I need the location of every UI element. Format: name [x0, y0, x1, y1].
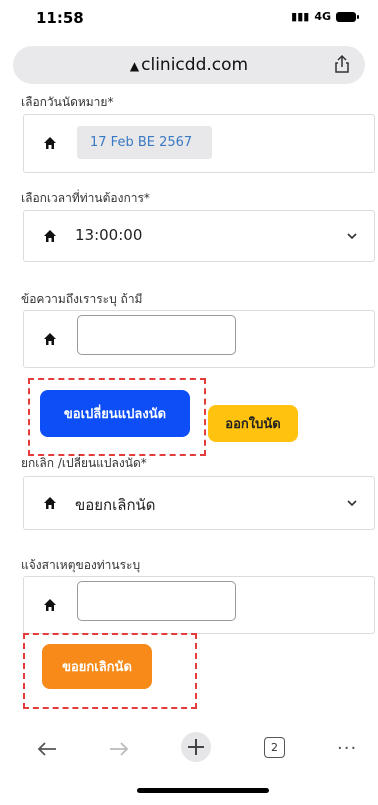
reason-input[interactable] — [77, 581, 236, 621]
reason-label: แจ้งสาเหตุของท่านระบุ — [21, 558, 141, 572]
time-select[interactable]: 13:00:00 — [23, 210, 375, 262]
message-input[interactable] — [77, 315, 236, 355]
back-arrow-icon[interactable] — [36, 740, 58, 758]
new-tab-plus-icon[interactable] — [181, 732, 211, 762]
time-value: 13:00:00 — [75, 226, 143, 244]
home-icon — [44, 599, 56, 611]
cancel-type-label: ยกเลิก /เปลี่ยนแปลงนัด* — [21, 456, 147, 470]
site-icon: ▲ — [129, 59, 140, 73]
chevron-down-icon — [347, 500, 357, 507]
status-time: 11:58 — [36, 9, 84, 27]
share-icon[interactable] — [332, 54, 352, 74]
status-bar: 11:58 ▮▮▮ 4G — [0, 0, 378, 34]
home-icon — [44, 497, 56, 509]
status-indicators: ▮▮▮ 4G — [291, 10, 359, 23]
home-icon — [44, 333, 56, 345]
browser-toolbar: 2 ··· — [0, 730, 378, 780]
battery-icon — [336, 11, 359, 22]
issue-card-button[interactable]: ออกใบนัด — [208, 405, 298, 442]
tabs-icon[interactable]: 2 — [264, 737, 285, 758]
home-icon — [44, 230, 56, 242]
date-field: 17 Feb BE 2567 — [23, 114, 375, 173]
cancel-type-value: ขอยกเลิกนัด — [75, 496, 156, 514]
cancel-appointment-button[interactable]: ขอยกเลิกนัด — [42, 644, 152, 689]
signal-icon: ▮▮▮ — [291, 10, 310, 23]
more-icon[interactable]: ··· — [337, 738, 357, 759]
home-indicator — [137, 788, 269, 793]
date-input[interactable]: 17 Feb BE 2567 — [77, 126, 212, 159]
reason-field — [23, 576, 375, 634]
forward-arrow-icon[interactable] — [108, 740, 130, 758]
page-content: เลือกวันนัดหมาย* 17 Feb BE 2567 เลือกเวล… — [0, 90, 378, 710]
cancel-type-select[interactable]: ขอยกเลิกนัด — [23, 476, 375, 530]
address-domain[interactable]: ▲ clinicdd.com — [13, 55, 365, 75]
chevron-down-icon — [347, 233, 357, 240]
date-label: เลือกวันนัดหมาย* — [21, 95, 114, 109]
time-label: เลือกเวลาที่ท่านต้องการ* — [21, 191, 150, 205]
message-field — [23, 310, 375, 368]
message-label: ข้อความถึงเราระบุ ถ้ามี — [21, 292, 143, 306]
address-bar[interactable]: ▲ clinicdd.com — [13, 46, 365, 84]
change-appointment-button[interactable]: ขอเปลี่ยนแปลงนัด — [40, 390, 190, 437]
network-label: 4G — [314, 10, 331, 23]
home-icon — [44, 137, 56, 149]
domain-text: clinicdd.com — [141, 55, 249, 75]
